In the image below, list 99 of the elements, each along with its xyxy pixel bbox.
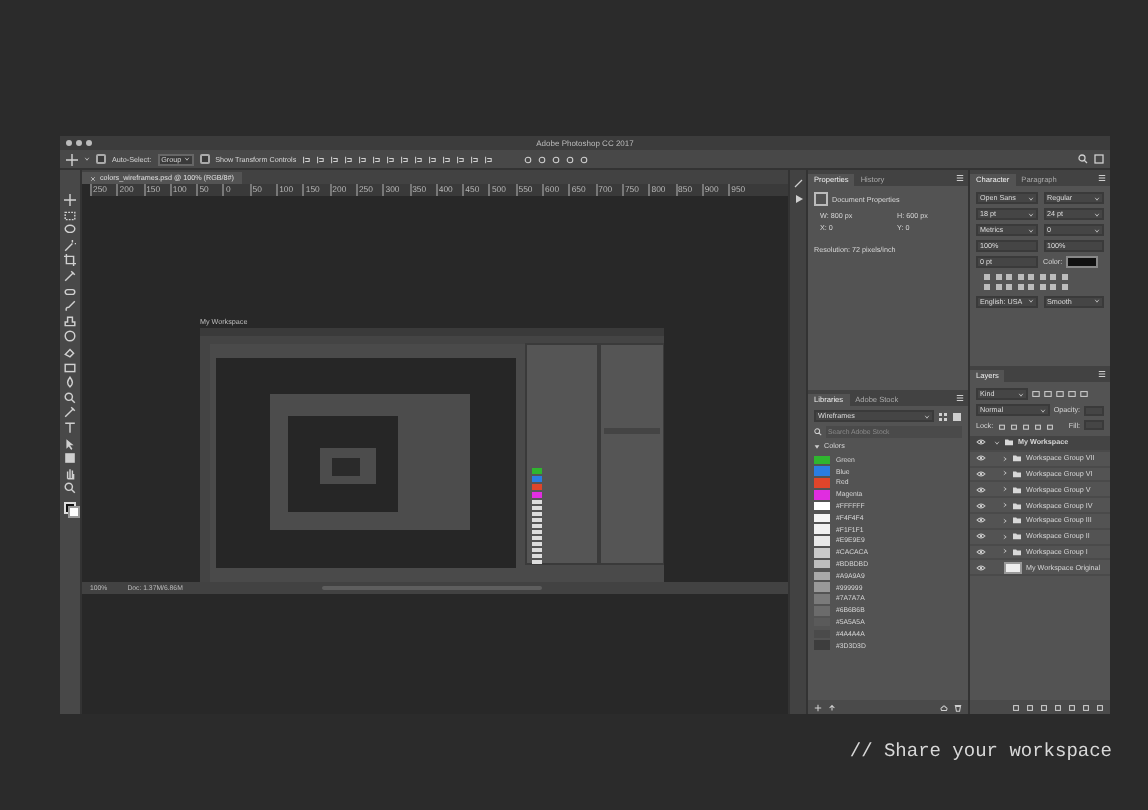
color-swatch[interactable] bbox=[814, 559, 830, 569]
list-view-icon[interactable] bbox=[952, 411, 962, 421]
crop-tool-icon[interactable] bbox=[64, 254, 76, 267]
wand-tool-icon[interactable] bbox=[64, 239, 76, 252]
color-swatch[interactable] bbox=[814, 455, 830, 465]
color-swatches-icon[interactable] bbox=[63, 501, 77, 516]
upload-icon[interactable] bbox=[828, 703, 836, 711]
collapsed-caret-icon[interactable] bbox=[1002, 486, 1008, 493]
select-tool-icon[interactable] bbox=[64, 437, 76, 449]
eyedropper-tool-icon[interactable] bbox=[64, 269, 76, 282]
shape-tool-icon[interactable] bbox=[64, 452, 76, 465]
marquee-tool-icon[interactable] bbox=[64, 209, 76, 222]
eraser-tool-icon[interactable] bbox=[64, 345, 76, 358]
eye-icon[interactable] bbox=[975, 501, 985, 510]
color-swatch[interactable] bbox=[814, 548, 830, 558]
align-icon[interactable] bbox=[330, 155, 339, 163]
play-icon[interactable] bbox=[793, 194, 803, 204]
eye-icon[interactable] bbox=[975, 469, 985, 478]
stamp-tool-icon[interactable] bbox=[64, 315, 76, 328]
brush-tool-icon[interactable] bbox=[64, 300, 76, 313]
align-icon[interactable] bbox=[442, 155, 451, 163]
eye-icon[interactable] bbox=[975, 547, 985, 556]
align-icon[interactable] bbox=[428, 155, 437, 163]
hand-tool-icon[interactable] bbox=[64, 467, 76, 480]
caret-icon bbox=[1094, 195, 1100, 201]
color-swatch[interactable] bbox=[814, 478, 830, 488]
trash-icon[interactable] bbox=[954, 703, 962, 711]
layer-thumbnail bbox=[1004, 561, 1022, 574]
move-tool-icon[interactable] bbox=[64, 194, 76, 206]
type-tool-icon[interactable] bbox=[64, 421, 76, 434]
caret-icon bbox=[1027, 195, 1033, 201]
eye-icon[interactable] bbox=[975, 532, 985, 541]
color-swatch[interactable] bbox=[814, 466, 830, 476]
align-icon[interactable] bbox=[302, 155, 311, 163]
color-swatch[interactable] bbox=[814, 594, 830, 604]
align-icon[interactable] bbox=[456, 155, 465, 163]
color-swatch[interactable] bbox=[814, 582, 830, 592]
color-swatch[interactable] bbox=[814, 513, 830, 523]
eye-icon[interactable] bbox=[975, 516, 985, 525]
caret-icon bbox=[1027, 298, 1033, 304]
align-icon[interactable] bbox=[316, 155, 325, 163]
align-icon[interactable] bbox=[372, 155, 381, 163]
checkbox[interactable] bbox=[199, 154, 210, 164]
align-icon[interactable] bbox=[358, 155, 367, 163]
color-swatch[interactable] bbox=[814, 606, 830, 615]
search-icon[interactable] bbox=[1078, 154, 1088, 164]
document-icon bbox=[814, 192, 828, 206]
grid-view-icon[interactable] bbox=[938, 411, 948, 421]
align-icon[interactable] bbox=[344, 155, 353, 163]
close-icon[interactable] bbox=[90, 175, 96, 181]
eye-icon[interactable] bbox=[975, 563, 985, 572]
caret-icon bbox=[1027, 211, 1033, 217]
fill-field[interactable] bbox=[1084, 420, 1104, 430]
caption: // Share your workspace bbox=[849, 740, 1112, 762]
blur-tool-icon[interactable] bbox=[64, 376, 76, 389]
pen-tool-icon[interactable] bbox=[64, 406, 76, 419]
opacity-field[interactable] bbox=[1084, 405, 1104, 415]
caret-icon bbox=[1039, 407, 1046, 413]
align-icon[interactable] bbox=[414, 155, 423, 163]
color-swatch[interactable] bbox=[814, 501, 830, 511]
menu-icon[interactable] bbox=[956, 174, 964, 182]
collapsed-caret-icon[interactable] bbox=[1002, 548, 1008, 555]
caret-icon bbox=[1094, 211, 1100, 217]
caret-icon bbox=[84, 156, 90, 162]
eye-icon[interactable] bbox=[975, 485, 985, 494]
add-icon[interactable] bbox=[814, 703, 822, 711]
color-swatch[interactable] bbox=[814, 571, 830, 581]
align-icon[interactable] bbox=[470, 155, 479, 163]
color-swatch[interactable] bbox=[814, 524, 830, 534]
collapsed-caret-icon[interactable] bbox=[1002, 533, 1008, 540]
menu-icon[interactable] bbox=[956, 394, 964, 402]
lasso-tool-icon[interactable] bbox=[64, 224, 76, 237]
eye-icon[interactable] bbox=[975, 454, 985, 463]
text-color-swatch[interactable] bbox=[1066, 256, 1099, 268]
collapsed-caret-icon[interactable] bbox=[1002, 470, 1008, 477]
collapsed-caret-icon[interactable] bbox=[1002, 502, 1008, 509]
caret-icon bbox=[183, 156, 190, 162]
color-swatch[interactable] bbox=[814, 490, 830, 500]
menu-icon[interactable] bbox=[1098, 370, 1106, 378]
eye-icon[interactable] bbox=[975, 438, 985, 447]
caret-icon bbox=[1094, 227, 1100, 233]
menu-icon[interactable] bbox=[1098, 174, 1106, 182]
caret-icon bbox=[924, 413, 930, 419]
caret-icon bbox=[1094, 298, 1100, 304]
color-swatch[interactable] bbox=[814, 629, 830, 639]
color-swatch[interactable] bbox=[814, 536, 830, 546]
expanded-triangle-icon bbox=[814, 443, 820, 449]
align-icon[interactable] bbox=[386, 155, 395, 163]
caret-icon bbox=[1027, 227, 1033, 233]
color-swatch[interactable] bbox=[814, 617, 830, 627]
align-icon[interactable] bbox=[484, 155, 493, 163]
move-tool-icon[interactable] bbox=[66, 153, 78, 165]
align-icon[interactable] bbox=[400, 155, 409, 163]
collapsed-caret-icon[interactable] bbox=[1002, 455, 1008, 462]
collapsed-caret-icon[interactable] bbox=[1002, 517, 1008, 524]
caret-icon bbox=[1018, 391, 1024, 397]
zoom-tool-icon[interactable] bbox=[64, 482, 76, 495]
search-icon bbox=[814, 428, 822, 436]
checkbox[interactable] bbox=[96, 154, 106, 164]
